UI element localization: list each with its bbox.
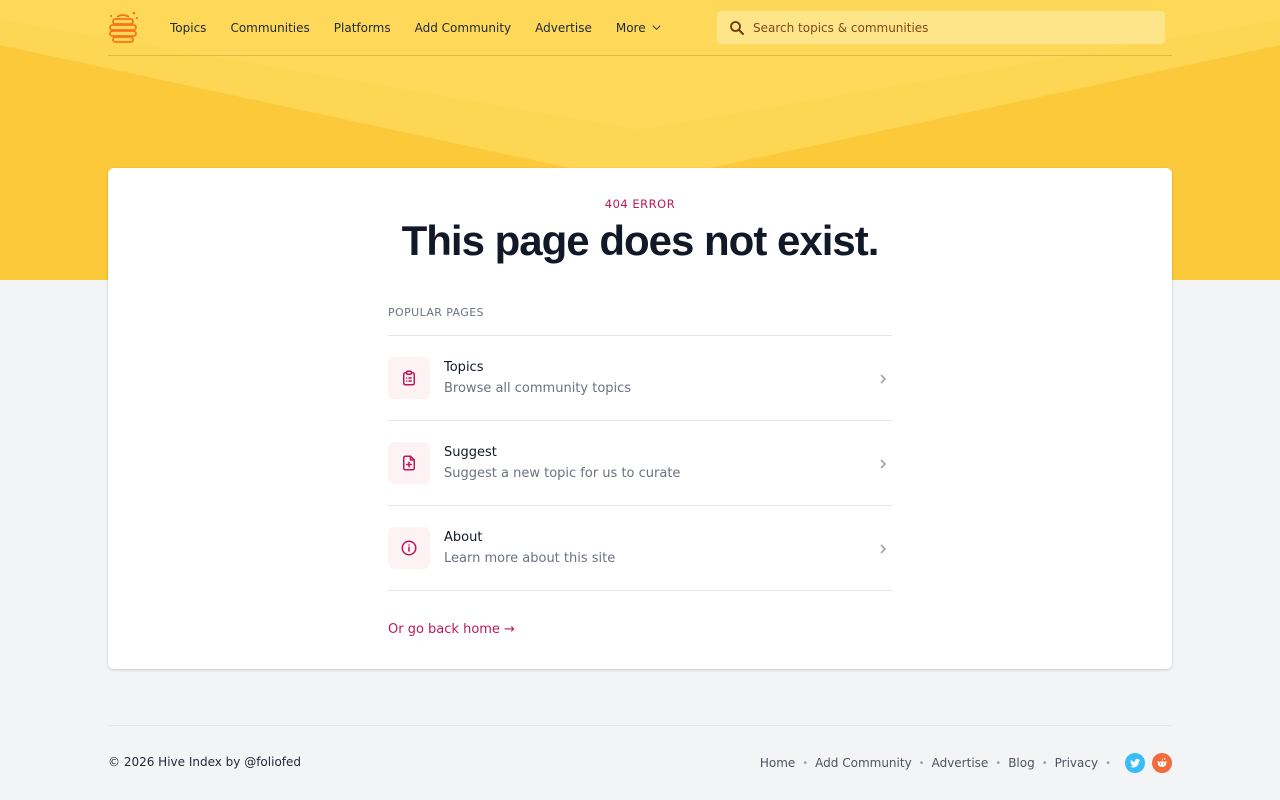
separator-dot: • — [1041, 757, 1048, 769]
main-nav: Topics Communities Platforms Add Communi… — [170, 0, 686, 55]
top-navigation: Topics Communities Platforms Add Communi… — [108, 0, 1172, 56]
nav-platforms[interactable]: Platforms — [334, 21, 391, 35]
footer-copyright: © 2026 Hive Index by @foliofed — [108, 755, 302, 769]
nav-advertise[interactable]: Advertise — [535, 21, 592, 35]
item-description: Browse all community topics — [444, 381, 632, 396]
nav-more[interactable]: More — [616, 21, 662, 35]
search-input[interactable] — [753, 20, 1153, 35]
separator-dot: • — [1105, 757, 1111, 769]
chevron-right-icon — [880, 459, 887, 469]
footer-links: Home • Add Community • Advertise • Blog … — [760, 752, 1172, 774]
item-title: Topics — [444, 360, 484, 375]
reddit-icon[interactable] — [1152, 753, 1172, 773]
info-circle-icon — [388, 527, 430, 569]
separator-dot: • — [918, 757, 925, 769]
nav-topics[interactable]: Topics — [170, 21, 206, 35]
popular-pages: POPULAR PAGES Topics Browse all communit… — [388, 306, 892, 591]
footer-link-add-community[interactable]: Add Community — [815, 756, 912, 770]
nav-communities-label: Communities — [230, 20, 310, 35]
separator-dot: • — [995, 757, 1002, 769]
popular-item-about[interactable]: About Learn more about this site — [388, 506, 892, 591]
go-home-link[interactable]: Or go back home → — [388, 622, 515, 637]
section-label: POPULAR PAGES — [388, 306, 892, 336]
chevron-right-icon — [880, 374, 887, 384]
nav-advertise-label: Advertise — [535, 20, 592, 35]
footer-divider — [108, 725, 1172, 726]
nav-add-community[interactable]: Add Community — [415, 21, 512, 35]
item-description: Learn more about this site — [444, 551, 616, 566]
nav-more-label: More — [615, 20, 646, 35]
search-icon — [730, 20, 744, 35]
error-card: 404 ERROR This page does not exist. POPU… — [108, 168, 1172, 669]
footer-link-advertise[interactable]: Advertise — [932, 756, 989, 770]
separator-dot: • — [802, 757, 809, 769]
item-title: About — [444, 530, 483, 545]
beehive-icon[interactable] — [108, 10, 140, 46]
nav-communities[interactable]: Communities — [230, 21, 309, 35]
clipboard-list-icon — [388, 357, 430, 399]
nav-add-community-label: Add Community — [414, 20, 512, 35]
nav-platforms-label: Platforms — [333, 20, 391, 35]
item-description: Suggest a new topic for us to curate — [444, 466, 681, 481]
nav-topics-label: Topics — [170, 20, 207, 35]
twitter-icon[interactable] — [1125, 753, 1145, 773]
chevron-down-icon — [652, 25, 661, 31]
popular-item-suggest[interactable]: Suggest Suggest a new topic for us to cu… — [388, 421, 892, 506]
footer-link-blog[interactable]: Blog — [1008, 756, 1035, 770]
item-title: Suggest — [444, 445, 497, 460]
footer-link-privacy[interactable]: Privacy — [1055, 756, 1098, 770]
popular-item-topics[interactable]: Topics Browse all community topics — [388, 336, 892, 421]
document-add-icon — [388, 442, 430, 484]
search-box[interactable] — [717, 11, 1165, 44]
page-title: This page does not exist. — [401, 217, 880, 264]
error-code: 404 ERROR — [604, 197, 676, 211]
chevron-right-icon — [880, 544, 887, 554]
footer-link-home[interactable]: Home — [760, 756, 795, 770]
